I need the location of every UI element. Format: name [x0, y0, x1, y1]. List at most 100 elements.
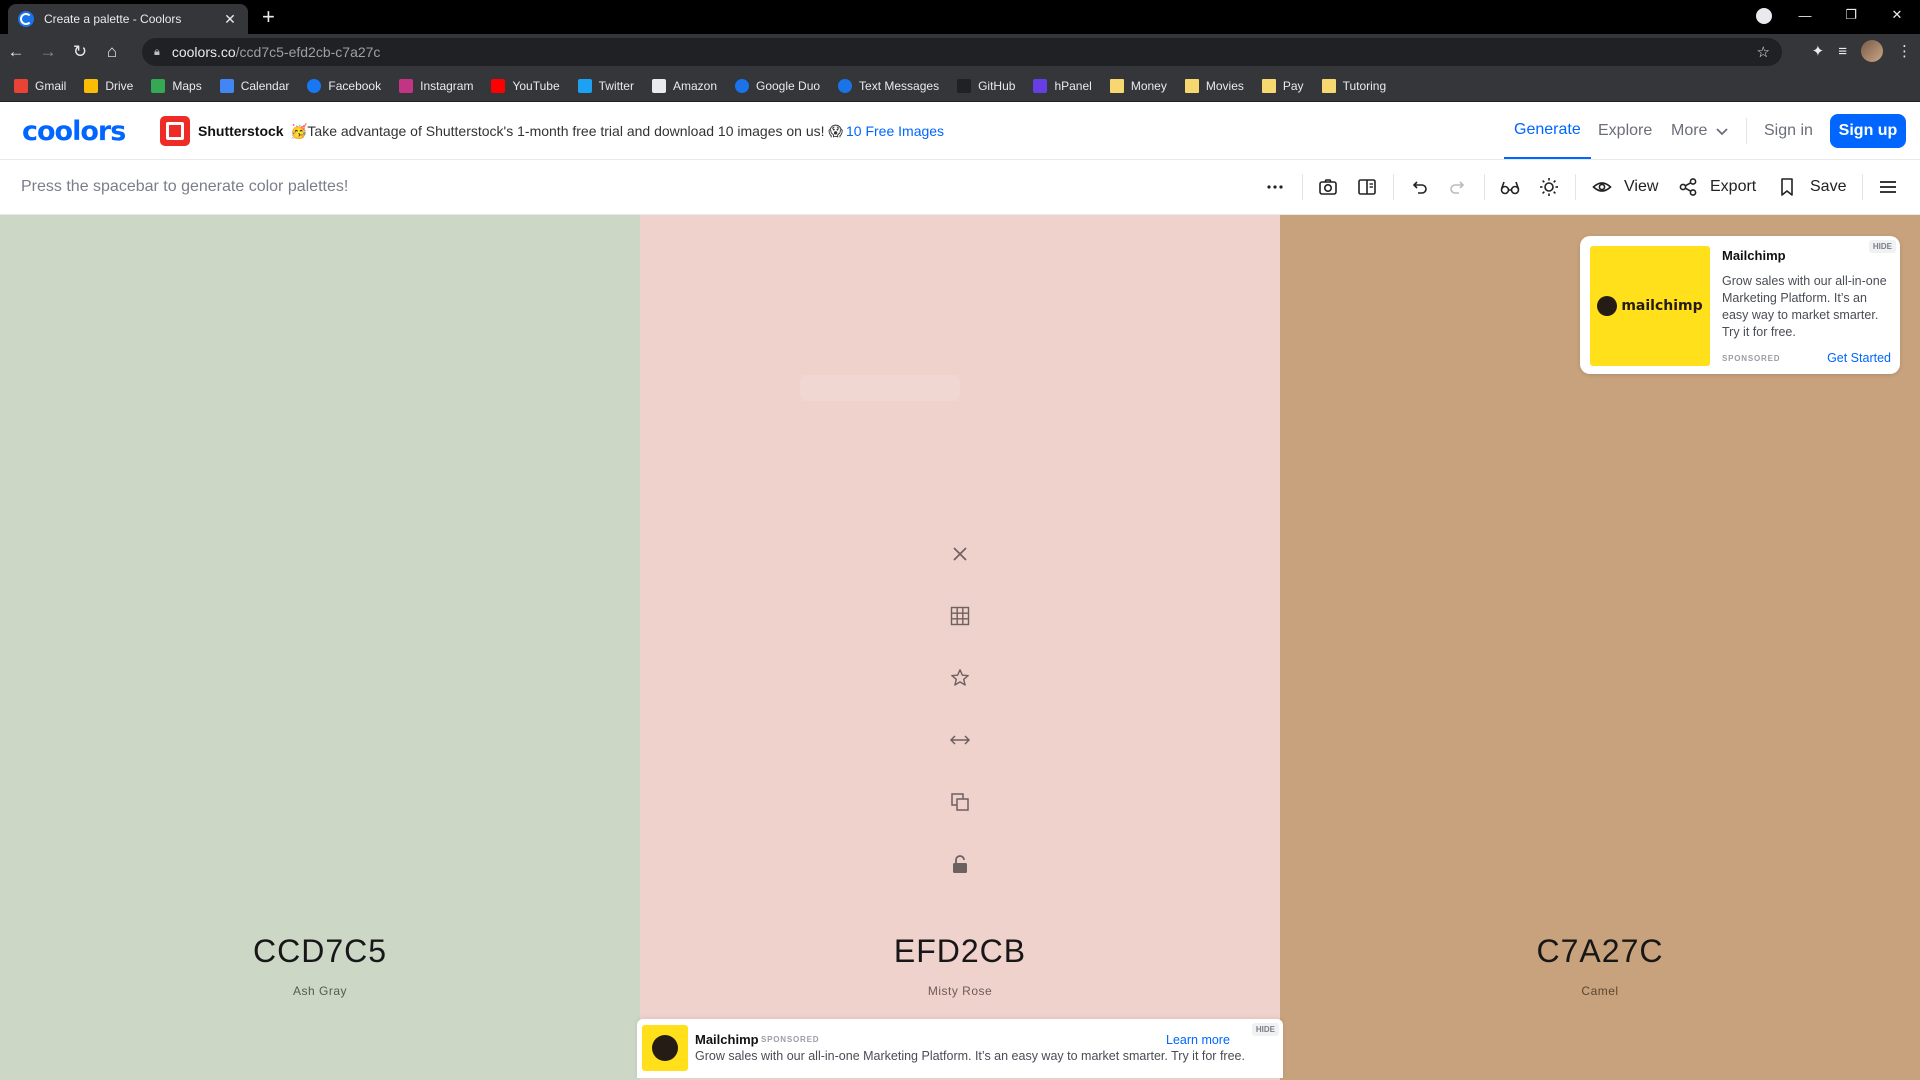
nav-more[interactable]: More — [1671, 102, 1729, 159]
sponsored-ad-card[interactable]: mailchimp Mailchimp Grow sales with our … — [1580, 236, 1900, 374]
color-name[interactable]: Misty Rose — [640, 984, 1280, 998]
color-swatch[interactable]: EFD2CB Misty Rose — [640, 215, 1280, 1080]
tab-close-icon[interactable]: ✕ — [222, 11, 238, 28]
duo-icon — [735, 78, 749, 93]
hpanel-icon — [1033, 78, 1048, 93]
bookmark-item[interactable]: YouTube — [491, 78, 560, 93]
mailchimp-logo[interactable] — [642, 1025, 688, 1071]
restore-icon[interactable]: ❐ — [1828, 7, 1874, 23]
nav-explore[interactable]: Explore — [1598, 102, 1652, 159]
bookmark-item[interactable]: Facebook — [307, 78, 382, 93]
messages-icon — [838, 78, 853, 93]
gmail-icon — [14, 78, 28, 93]
address-bar[interactable]: 🔒︎ coolors.co/ccd7c5-efd2cb-c7a27c ☆ — [142, 38, 1782, 66]
close-window-icon[interactable]: ✕ — [1874, 7, 1920, 23]
reload-icon[interactable]: ↻ — [64, 42, 96, 62]
share-icon[interactable] — [1676, 175, 1700, 199]
banner-title[interactable]: Mailchimp — [695, 1032, 759, 1047]
amazon-icon — [651, 78, 666, 93]
side-panel-icon[interactable] — [1355, 175, 1379, 199]
sponsored-ad-banner[interactable]: Mailchimp SPONSORED Grow sales with our … — [637, 1019, 1283, 1078]
save-button[interactable]: Save — [1810, 178, 1846, 196]
coolors-logo[interactable]: coolors — [22, 116, 126, 147]
bookmark-item[interactable]: Instagram — [399, 78, 473, 93]
color-name[interactable]: Ash Gray — [0, 984, 640, 998]
favorite-star-icon[interactable] — [940, 647, 980, 709]
color-name[interactable]: Camel — [1280, 984, 1920, 998]
copy-icon[interactable] — [940, 771, 980, 833]
bookmark-star-icon[interactable]: ☆ — [1757, 43, 1770, 61]
sponsor-name[interactable]: Shutterstock — [198, 123, 284, 139]
bookmark-item[interactable]: Maps — [151, 78, 202, 93]
color-hex[interactable]: CCD7C5 — [0, 933, 640, 970]
remove-color-icon[interactable] — [940, 523, 980, 585]
nav-explore-label: Explore — [1598, 121, 1653, 139]
bookmark-item[interactable]: Calendar — [219, 78, 289, 93]
hamburger-menu-icon[interactable] — [1876, 175, 1900, 199]
undo-icon[interactable] — [1407, 175, 1431, 199]
view-button[interactable]: View — [1624, 178, 1658, 196]
unlock-icon[interactable] — [940, 833, 980, 895]
brightness-icon[interactable] — [1537, 175, 1561, 199]
new-tab-button[interactable]: + — [262, 6, 275, 28]
freddie-icon — [1597, 296, 1618, 316]
minimize-icon[interactable]: — — [1782, 8, 1828, 23]
avatar[interactable] — [1861, 40, 1883, 62]
reading-list-icon[interactable]: ≡ — [1838, 43, 1847, 60]
banner-learn-more-link[interactable]: Learn more — [1166, 1033, 1230, 1047]
folder-icon — [1184, 78, 1199, 93]
chevron-down-icon — [1716, 127, 1729, 135]
bookmarks-bar: Gmail Drive Maps Calendar Facebook Instagram Y… — [0, 70, 1920, 102]
bookmark-item[interactable]: Money — [1109, 78, 1167, 93]
bookmark-item[interactable]: Pay — [1261, 78, 1304, 93]
bookmark-item[interactable]: Tutoring — [1321, 78, 1386, 93]
banner-hide-button[interactable]: HIDE — [1251, 1023, 1279, 1036]
bookmark-item[interactable]: GitHub — [957, 78, 1016, 93]
browser-tab[interactable]: Create a palette - Coolors ✕ — [8, 4, 248, 34]
banner-sponsored-label: SPONSORED — [761, 1035, 820, 1044]
export-button[interactable]: Export — [1710, 178, 1756, 196]
color-swatch[interactable]: CCD7C5 Ash Gray — [0, 215, 640, 1080]
bookmark-item[interactable]: Twitter — [577, 78, 634, 93]
home-icon[interactable]: ⌂ — [96, 42, 128, 62]
bookmark-label: GitHub — [978, 78, 1016, 93]
folder-icon — [1261, 78, 1276, 93]
back-icon[interactable]: ← — [0, 42, 32, 62]
bookmark-item[interactable]: Drive — [84, 78, 133, 93]
ad-hide-button[interactable]: HIDE — [1868, 240, 1896, 253]
ad-title[interactable]: Mailchimp — [1722, 248, 1786, 263]
promo-link[interactable]: 10 Free Images — [846, 123, 944, 139]
mailchimp-logo[interactable]: mailchimp — [1590, 246, 1710, 366]
bookmark-icon[interactable] — [1775, 175, 1799, 199]
color-hex[interactable]: C7A27C — [1280, 933, 1920, 970]
signup-button[interactable]: Sign up — [1830, 114, 1906, 148]
redo-icon[interactable] — [1446, 175, 1470, 199]
nav-generate[interactable]: Generate — [1504, 102, 1591, 159]
ad-get-started-link[interactable]: Get Started — [1827, 351, 1891, 365]
bookmark-item[interactable]: Movies — [1184, 78, 1244, 93]
bookmark-item[interactable]: Text Messages — [838, 78, 939, 93]
camera-icon[interactable] — [1316, 175, 1340, 199]
drag-arrows-icon[interactable] — [940, 709, 980, 771]
bookmark-item[interactable]: Gmail — [14, 78, 66, 93]
color-hex[interactable]: EFD2CB — [640, 933, 1280, 970]
forward-icon[interactable]: → — [32, 42, 64, 62]
lock-icon[interactable]: 🔒︎ — [154, 46, 160, 59]
faded-tooltip — [800, 375, 960, 401]
bookmark-item[interactable]: Google Duo — [735, 78, 820, 93]
twitter-icon — [577, 78, 592, 93]
glasses-icon[interactable] — [1498, 175, 1522, 199]
shutterstock-logo-icon[interactable] — [160, 116, 190, 146]
bookmark-item[interactable]: Amazon — [651, 78, 717, 93]
eye-icon[interactable] — [1590, 175, 1614, 199]
bookmark-label: Facebook — [328, 78, 382, 93]
browser-extensions: ✦ ≡ ⋮ — [1812, 40, 1912, 62]
browser-menu-icon[interactable]: ⋮ — [1897, 42, 1912, 60]
bookmark-item[interactable]: hPanel — [1033, 78, 1092, 93]
nav-signin[interactable]: Sign in — [1764, 102, 1813, 159]
extensions-icon[interactable]: ✦ — [1812, 42, 1825, 60]
more-options-icon[interactable] — [1263, 175, 1287, 199]
profile-indicator-icon[interactable] — [1756, 8, 1772, 24]
shades-grid-icon[interactable] — [940, 585, 980, 647]
folder-icon — [1109, 78, 1124, 93]
